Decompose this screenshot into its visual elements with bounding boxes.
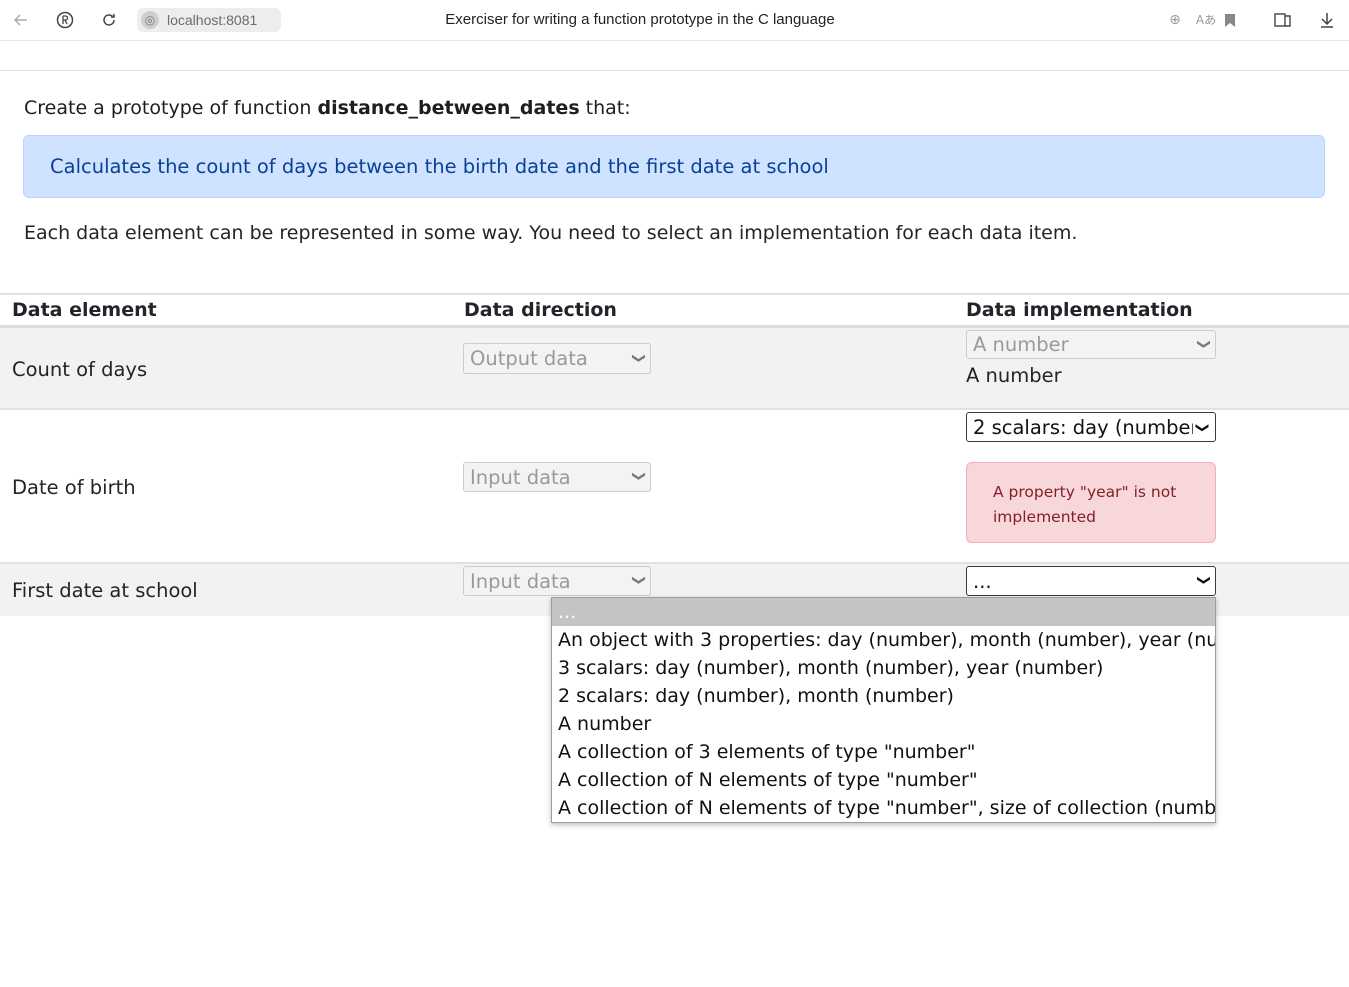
- error-alert: A property "year" is not implemented: [966, 462, 1216, 543]
- header-data-implementation: Data implementation: [966, 299, 1193, 321]
- implementation-select[interactable]: ... ❯: [966, 566, 1216, 596]
- translate-icon[interactable]: Aあ: [1194, 8, 1218, 32]
- implementation-select-value: ...: [973, 569, 992, 593]
- row-element-label: First date at school: [12, 579, 198, 602]
- chevron-down-icon: ❯: [631, 352, 647, 364]
- divider: [0, 70, 1349, 71]
- direction-select: Output data ❯: [463, 343, 651, 374]
- function-name: distance_between_dates: [317, 97, 580, 119]
- browser-toolbar: ◎ localhost:8081 Exerciser for writing a…: [0, 0, 1349, 41]
- chevron-down-icon: ❯: [1194, 419, 1210, 434]
- dropdown-option[interactable]: 3 scalars: day (number), month (number),…: [552, 654, 1215, 682]
- header-data-direction: Data direction: [464, 299, 617, 321]
- dropdown-option[interactable]: A collection of N elements of type "numb…: [552, 766, 1215, 794]
- dropdown-option[interactable]: An object with 3 properties: day (number…: [552, 626, 1215, 654]
- zoom-icon[interactable]: ⊕: [1163, 8, 1187, 32]
- implementation-select-value: 2 scalars: day (number), month (number): [973, 415, 1193, 439]
- header-data-element: Data element: [12, 299, 157, 321]
- implementation-select: A number ❯: [966, 330, 1216, 359]
- chevron-down-icon: ❯: [1196, 574, 1212, 586]
- dropdown-option[interactable]: ...: [552, 598, 1215, 626]
- download-icon[interactable]: [1315, 8, 1339, 32]
- chevron-down-icon: ❯: [631, 574, 647, 586]
- row-element-label: Count of days: [12, 358, 148, 381]
- implementation-select[interactable]: 2 scalars: day (number), month (number) …: [966, 412, 1216, 442]
- heading-suffix: that:: [579, 97, 631, 119]
- task-description: Calculates the count of days between the…: [23, 135, 1325, 198]
- dropdown-option[interactable]: A collection of 3 elements of type "numb…: [552, 738, 1215, 766]
- dropdown-option[interactable]: A number: [552, 710, 1215, 738]
- implementation-text: A number: [966, 364, 1062, 387]
- direction-select: Input data ❯: [463, 566, 651, 596]
- chevron-down-icon: ❯: [631, 470, 647, 482]
- dropdown-option[interactable]: 2 scalars: day (number), month (number): [552, 682, 1215, 710]
- task-heading: Create a prototype of function distance_…: [24, 97, 631, 119]
- implementation-dropdown[interactable]: ... An object with 3 properties: day (nu…: [551, 597, 1216, 823]
- dropdown-option[interactable]: A collection of N elements of type "numb…: [552, 794, 1215, 822]
- bookmark-icon[interactable]: [1218, 8, 1242, 32]
- direction-select-value: Input data: [470, 569, 571, 593]
- direction-select-value: Input data: [470, 465, 571, 489]
- direction-select: Input data ❯: [463, 462, 651, 492]
- direction-select-value: Output data: [470, 347, 588, 370]
- instruction-text: Each data element can be represented in …: [24, 222, 1078, 244]
- table-top-border: [0, 293, 1349, 295]
- tab-title: Exerciser for writing a function prototy…: [445, 11, 835, 28]
- heading-prefix: Create a prototype of function: [24, 97, 318, 119]
- chevron-down-icon: ❯: [1196, 338, 1212, 350]
- implementation-select-value: A number: [973, 333, 1069, 356]
- row-element-label: Date of birth: [12, 476, 136, 499]
- collections-icon[interactable]: [1271, 8, 1295, 32]
